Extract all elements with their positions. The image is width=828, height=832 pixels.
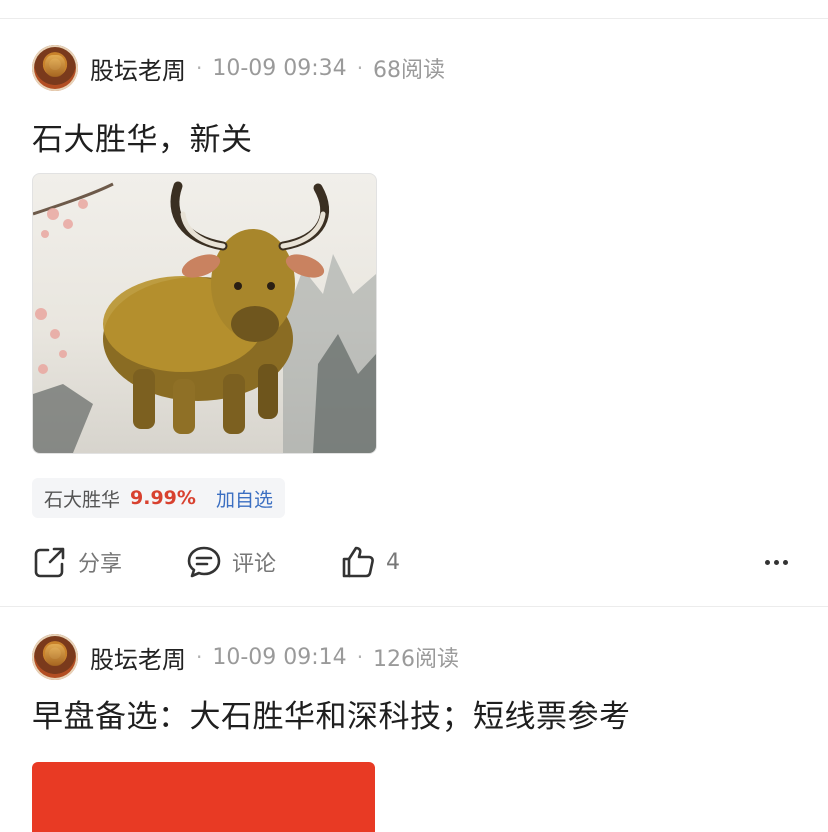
separator-dot: ·: [196, 645, 203, 669]
post-meta: 股坛老周 · 10-09 09:14 · 126阅读: [32, 629, 459, 685]
more-dot: [773, 559, 779, 565]
like-icon: [342, 546, 374, 578]
separator-dot: ·: [356, 56, 364, 80]
avatar[interactable]: [32, 634, 78, 680]
comment-icon: [187, 546, 221, 578]
add-watchlist-button[interactable]: 加自选: [216, 485, 273, 512]
post-title[interactable]: 石大胜华，新关: [32, 114, 253, 159]
post-divider: [0, 606, 828, 607]
post-time: 10-09 09:34: [212, 55, 347, 81]
share-button[interactable]: 分享: [32, 544, 122, 580]
bull-illustration: [33, 181, 376, 453]
post-title[interactable]: 早盘备选：大石胜华和深科技；短线票参考: [32, 691, 631, 736]
stock-name[interactable]: 石大胜华: [44, 485, 120, 512]
avatar[interactable]: [32, 45, 78, 91]
post-time: 10-09 09:14: [212, 644, 347, 670]
action-bar: 分享 评论 4: [32, 540, 796, 584]
separator-dot: ·: [356, 645, 364, 669]
comment-button[interactable]: 评论: [186, 544, 276, 580]
comment-label: 评论: [232, 552, 277, 577]
more-dot: [764, 559, 770, 565]
more-icon[interactable]: [756, 544, 796, 580]
post-image-bull[interactable]: [32, 173, 377, 454]
share-icon: [34, 547, 65, 578]
stock-change: 9.99%: [130, 487, 196, 509]
more-dot: [782, 559, 788, 565]
post-meta: 股坛老周 · 10-09 09:34 · 68阅读: [32, 40, 445, 96]
stock-tag[interactable]: 石大胜华 9.99% 加自选: [32, 478, 285, 518]
like-count: 4: [386, 549, 401, 575]
author-name[interactable]: 股坛老周: [90, 640, 186, 675]
author-name[interactable]: 股坛老周: [90, 51, 186, 86]
top-divider: [0, 18, 828, 19]
read-count: 126阅读: [373, 647, 460, 672]
read-count: 68阅读: [373, 58, 446, 83]
separator-dot: ·: [196, 56, 203, 80]
post-image[interactable]: [32, 762, 375, 832]
share-label: 分享: [78, 552, 123, 577]
like-button[interactable]: 4: [340, 544, 400, 580]
